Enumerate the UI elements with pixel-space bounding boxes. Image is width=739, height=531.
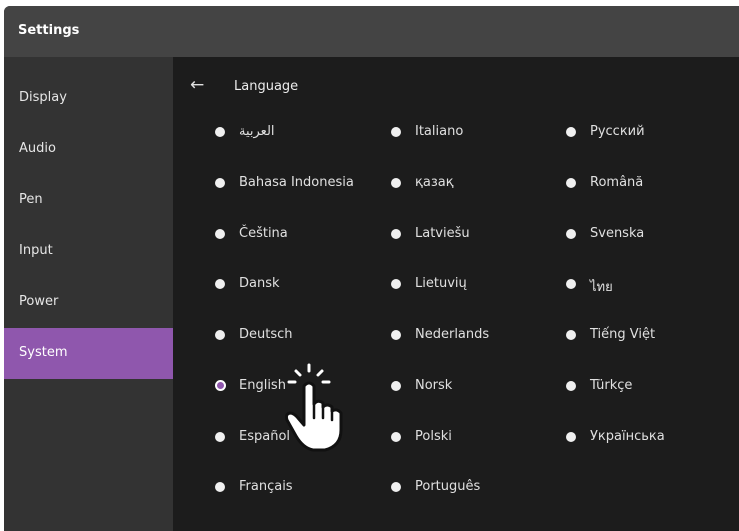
window-title: Settings (18, 23, 80, 38)
pointing-hand-cursor-icon (284, 363, 343, 452)
sidebar-item-system[interactable]: System (4, 328, 173, 379)
sidebar-item-label: Audio (19, 141, 56, 156)
sidebar: Display Audio Pen Input Power System (4, 57, 173, 531)
language-label: Latviešu (415, 226, 470, 241)
radio-icon[interactable] (391, 432, 401, 442)
language-label: қазақ (415, 175, 454, 190)
radio-icon[interactable] (391, 482, 401, 492)
language-label: Bahasa Indonesia (239, 175, 354, 190)
radio-icon[interactable] (215, 432, 225, 442)
radio-icon[interactable] (566, 432, 576, 442)
radio-icon[interactable] (391, 229, 401, 239)
radio-icon[interactable] (566, 127, 576, 137)
language-label: Lietuvių (415, 276, 467, 291)
radio-icon[interactable] (215, 279, 225, 289)
page-title: Language (234, 79, 299, 94)
language-label: ไทย (590, 280, 613, 295)
radio-icon[interactable] (566, 229, 576, 239)
radio-icon[interactable] (391, 178, 401, 188)
language-label: Norsk (415, 378, 453, 393)
language-label: Русский (590, 124, 645, 139)
language-label: Português (415, 479, 481, 494)
title-bar: Settings (4, 6, 739, 57)
language-label: Türkçe (590, 378, 633, 393)
sidebar-item-label: System (19, 345, 68, 360)
language-label: Dansk (239, 276, 280, 291)
language-label: Italiano (415, 124, 464, 139)
sidebar-item-label: Input (19, 243, 53, 258)
radio-icon[interactable] (566, 279, 576, 289)
sidebar-item-power[interactable]: Power (4, 277, 173, 328)
radio-selected-icon[interactable] (215, 380, 226, 391)
radio-icon[interactable] (215, 482, 225, 492)
language-label: Nederlands (415, 327, 490, 342)
radio-icon[interactable] (215, 330, 225, 340)
language-label: Čeština (239, 226, 288, 241)
radio-icon[interactable] (391, 330, 401, 340)
radio-icon[interactable] (215, 127, 225, 137)
sidebar-item-input[interactable]: Input (4, 226, 173, 277)
sidebar-item-pen[interactable]: Pen (4, 175, 173, 226)
language-panel: ← Language العربية Bahasa Indonesia Češtin… (173, 57, 739, 531)
settings-window: Settings Display Audio Pen Input Power S… (4, 6, 739, 531)
radio-icon[interactable] (391, 279, 401, 289)
radio-icon[interactable] (391, 127, 401, 137)
sidebar-item-label: Display (19, 90, 67, 105)
language-label: Tiếng Việt (590, 327, 656, 342)
language-label: Română (590, 175, 644, 190)
language-label: Polski (415, 429, 452, 444)
radio-icon[interactable] (215, 229, 225, 239)
radio-icon[interactable] (391, 381, 401, 391)
sidebar-item-label: Power (19, 294, 59, 309)
sidebar-item-display[interactable]: Display (4, 73, 173, 124)
sidebar-item-audio[interactable]: Audio (4, 124, 173, 175)
language-label: Deutsch (239, 327, 293, 342)
back-arrow-icon[interactable]: ← (190, 77, 204, 94)
language-label: Français (239, 479, 293, 494)
language-label: Українська (590, 429, 665, 444)
radio-icon[interactable] (566, 178, 576, 188)
radio-icon[interactable] (566, 330, 576, 340)
radio-icon[interactable] (215, 178, 225, 188)
language-label: العربية (239, 124, 275, 139)
language-label: Svenska (590, 226, 645, 241)
sidebar-item-label: Pen (19, 192, 43, 207)
radio-icon[interactable] (566, 381, 576, 391)
